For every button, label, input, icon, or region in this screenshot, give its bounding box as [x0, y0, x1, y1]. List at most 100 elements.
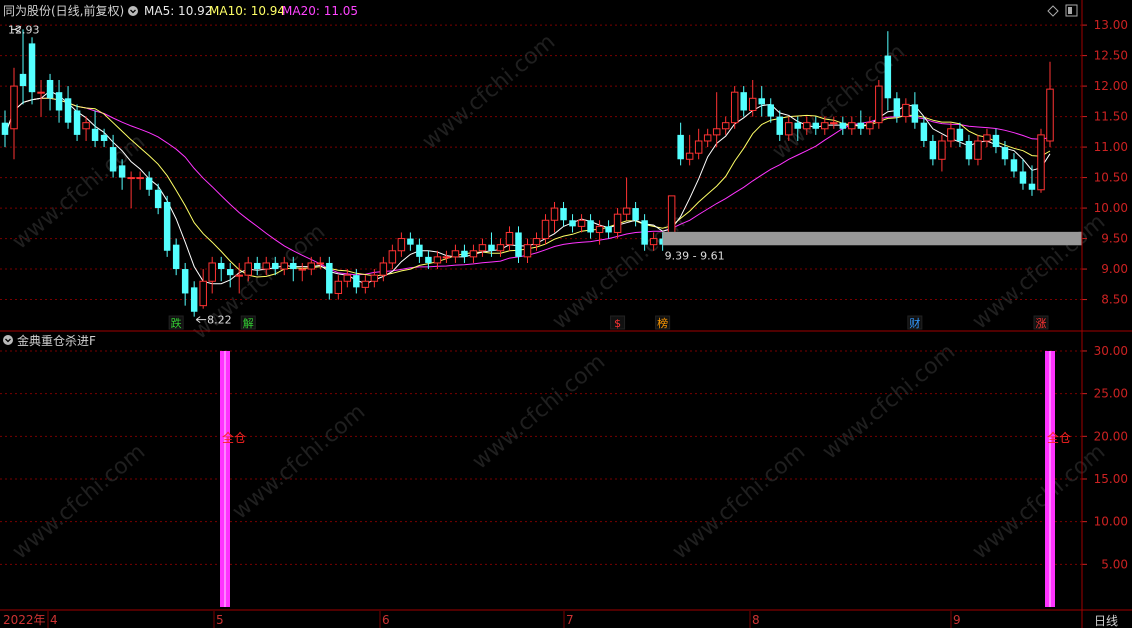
candle-body-up: [262, 262, 270, 270]
event-marker-glyph: 跌: [171, 316, 182, 330]
candle-body-up: [541, 219, 550, 240]
candle-body-up: [361, 280, 370, 288]
candle-body-up: [235, 274, 243, 277]
stock-title[interactable]: 同为股份(日线,前复权): [3, 3, 124, 18]
candle-body-down: [100, 134, 108, 141]
candle-body-up: [694, 140, 703, 154]
candle-body-down: [290, 262, 297, 270]
candle-body-up: [803, 122, 811, 130]
price-axis-label: 10.50: [1094, 171, 1128, 185]
candle-body-down: [605, 226, 612, 233]
candle[interactable]: [1037, 128, 1045, 193]
candle-body-up: [550, 207, 559, 221]
event-marker[interactable]: 财: [907, 315, 923, 330]
indicator-axis-label: 30.00: [1094, 344, 1128, 358]
candle-body-down: [145, 177, 153, 190]
candle-body-up: [523, 244, 532, 258]
candle-body-up: [208, 262, 216, 282]
candle-body-up: [244, 262, 252, 276]
candle-body-down: [992, 134, 1000, 148]
candle-body-up: [370, 274, 379, 282]
indicator-axis-label: 5.00: [1101, 557, 1128, 571]
candle-body-down: [407, 238, 414, 245]
candle-body-up: [505, 231, 514, 246]
candle-body-down: [461, 250, 468, 257]
candle-body-down: [569, 220, 576, 227]
candle-body-down: [839, 122, 847, 129]
event-marker-glyph: 涨: [1035, 317, 1046, 330]
candle-body-up: [451, 250, 460, 258]
candle-body-up: [316, 262, 325, 265]
candle[interactable]: [326, 256, 333, 300]
period-button-label[interactable]: 日线: [1094, 614, 1118, 628]
candle-body-down: [1, 122, 9, 135]
event-marker-glyph: 财: [909, 316, 920, 330]
candle-body-up: [613, 213, 622, 233]
candle-body-down: [172, 244, 180, 270]
event-marker[interactable]: 涨: [1033, 315, 1049, 330]
candle-body-down: [587, 220, 594, 233]
candle-body-down: [920, 122, 928, 141]
candle-body-down: [109, 147, 117, 172]
candle-body-up: [821, 122, 829, 130]
date-axis-label: 6: [382, 613, 390, 627]
candle-body-up: [730, 91, 739, 124]
indicator-toggle-icon[interactable]: [3, 335, 13, 345]
event-marker-glyph: $: [614, 317, 621, 330]
candle-body-up: [397, 238, 406, 252]
date-axis-label: 8: [752, 613, 760, 627]
event-marker[interactable]: 解: [240, 315, 256, 330]
candle-body-down: [1019, 171, 1027, 184]
indicator-title[interactable]: 金典重仓杀进F: [17, 333, 96, 348]
candle-body-down: [55, 92, 63, 111]
stock-chart[interactable]: www.cfchi.comwww.cfchi.comwww.cfchi.comw…: [0, 0, 1132, 628]
window-button-inner-icon: [1068, 7, 1072, 14]
event-marker[interactable]: 榜: [655, 315, 671, 330]
candle-body-up: [199, 280, 207, 307]
candle-body-up: [334, 280, 343, 294]
candle-body-down: [272, 262, 279, 270]
price-axis-label: 12.50: [1094, 49, 1128, 63]
candle-body-up: [136, 177, 144, 180]
candle-body-up: [622, 207, 631, 215]
event-marker[interactable]: 跌: [168, 315, 184, 330]
candle-body-up: [875, 85, 883, 124]
indicator-axis-label: 25.00: [1094, 387, 1128, 401]
price-axis-label: 8.50: [1101, 293, 1128, 307]
candle-body-up: [712, 128, 721, 136]
candle-body-up: [830, 122, 838, 125]
candle-body-down: [190, 287, 198, 312]
ma-toggle-icon[interactable]: [128, 6, 138, 16]
stock-header: 同为股份(日线,前复权) MA5: 10.92 MA10: 10.94 MA20…: [3, 3, 358, 18]
candle-body-down: [515, 232, 522, 257]
candle-body-up: [532, 238, 541, 246]
date-axis-label: 7: [566, 613, 574, 627]
price-axis-label: 9.00: [1101, 262, 1128, 276]
candle-body-down: [884, 55, 892, 99]
candle[interactable]: [730, 86, 739, 129]
candle-body-down: [416, 244, 423, 257]
indicator-axis-label: 15.00: [1094, 472, 1128, 486]
event-marker[interactable]: $: [610, 315, 626, 330]
candle[interactable]: [875, 79, 883, 129]
indicator-axis-label: 20.00: [1094, 429, 1128, 443]
zone-range-label: 9.39 - 9.61: [665, 249, 725, 262]
candle-body-up: [938, 140, 946, 160]
low-price-label: 8.22: [207, 314, 232, 327]
candle-body-up: [947, 128, 955, 142]
candle[interactable]: [163, 195, 171, 257]
candle-body-down: [632, 208, 639, 221]
indicator-header: 金典重仓杀进F: [3, 333, 96, 348]
candle-body-up: [974, 140, 982, 160]
candle-body-down: [91, 128, 99, 141]
candle-body-up: [649, 238, 658, 246]
price-axis-label: 10.00: [1094, 201, 1128, 215]
candle-body-down: [911, 104, 919, 123]
date-axis-label: 4: [50, 613, 58, 627]
event-marker-glyph: 榜: [657, 316, 668, 330]
candle-body-up: [748, 97, 757, 111]
candle-body-down: [794, 122, 802, 129]
candle-body-up: [469, 250, 478, 258]
period-button[interactable]: 日线: [1083, 611, 1132, 628]
candle-body-down: [226, 269, 234, 276]
